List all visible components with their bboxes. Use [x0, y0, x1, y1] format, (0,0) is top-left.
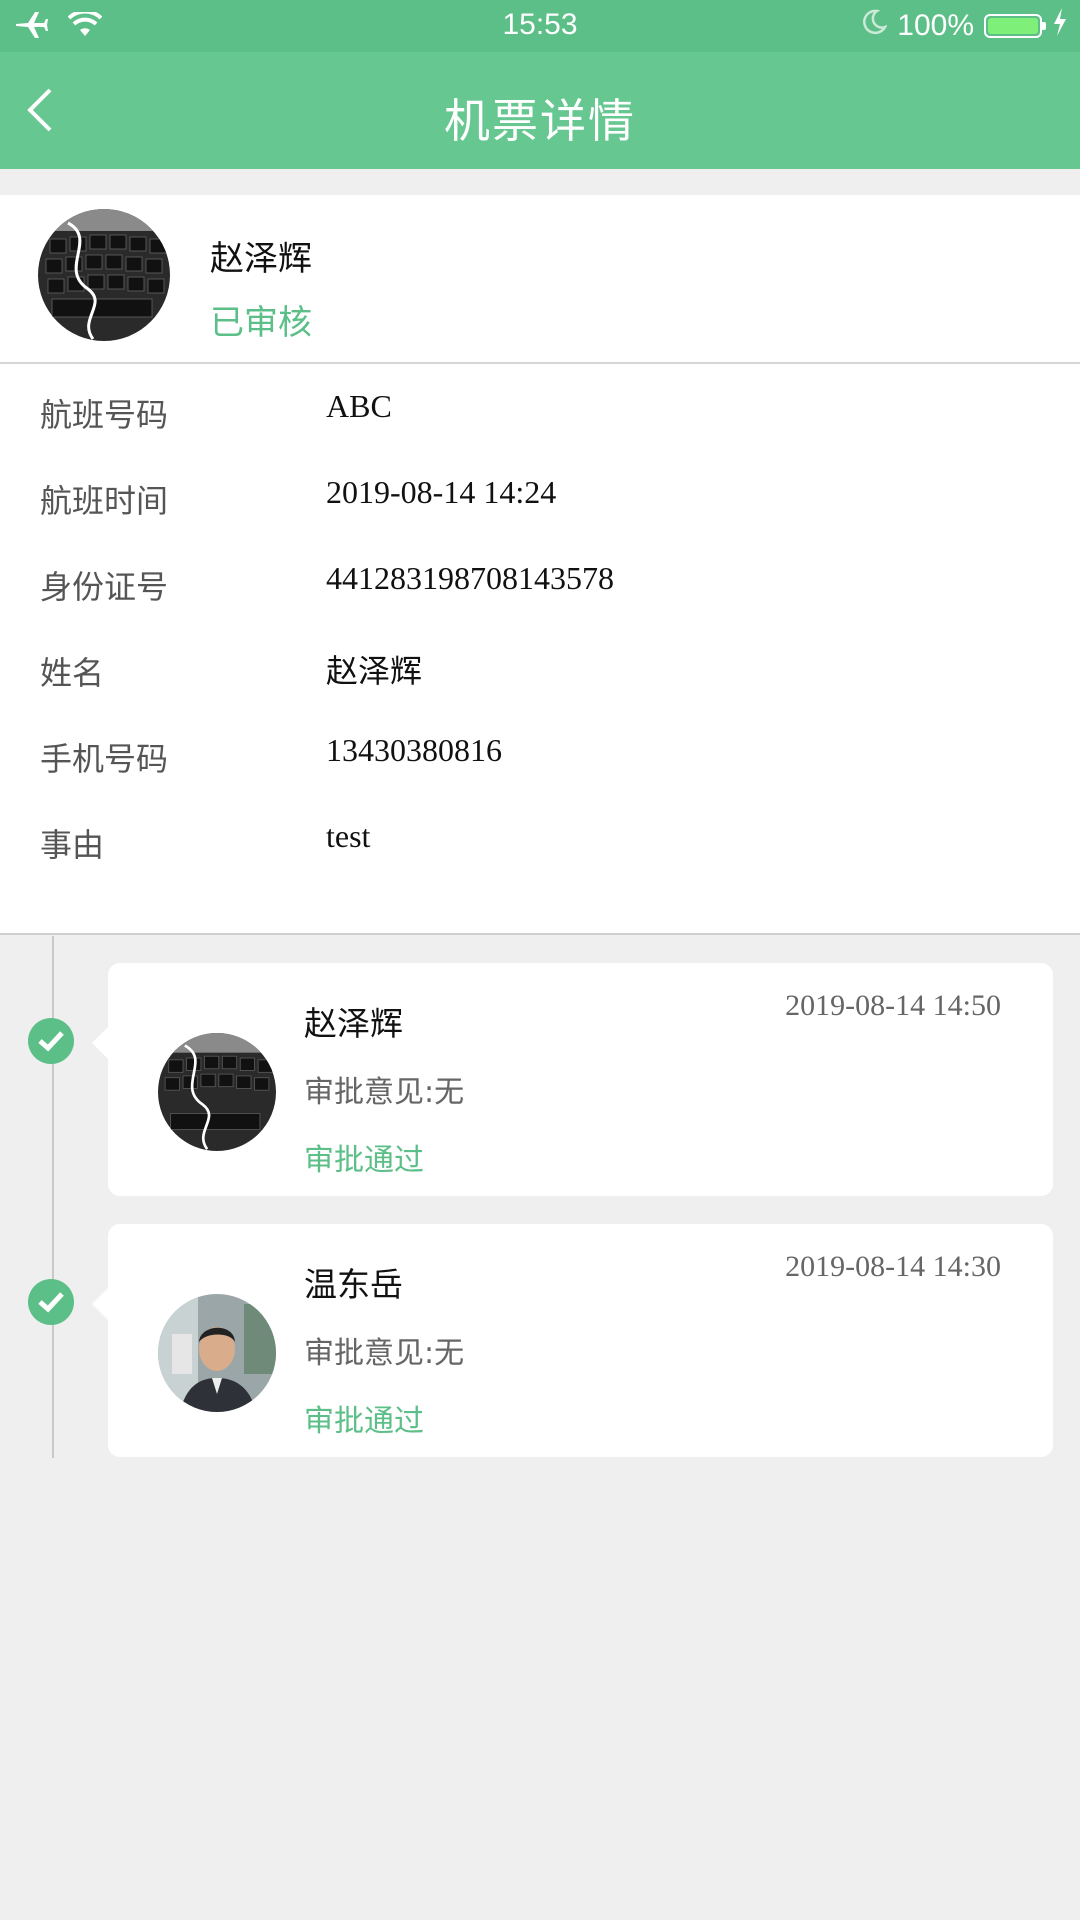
approval-card: 温东岳 2019-08-14 14:30 审批意见:无 审批通过	[92, 1224, 1053, 1457]
detail-label: 航班时间	[40, 482, 169, 520]
ticket-details: 航班号码 ABC 航班时间 2019-08-14 14:24 身份证号 4412…	[0, 364, 1080, 935]
detail-label: 航班号码	[40, 396, 169, 434]
battery-percent: 100%	[897, 9, 974, 42]
detail-value: ABC	[326, 388, 392, 424]
approver-name: 温东岳	[304, 1265, 403, 1304]
approval-card: 赵泽辉 2019-08-14 14:50 审批意见:无 审批通过	[92, 963, 1053, 1196]
approved-check-icon	[28, 1018, 74, 1064]
approval-result: 审批通过	[304, 1404, 424, 1439]
approver-avatar	[158, 1294, 276, 1412]
detail-row-id-number: 身份证号 441283198708143578	[0, 536, 1080, 622]
detail-label: 姓名	[40, 654, 105, 692]
applicant-header: 赵泽辉 已审核	[0, 195, 1080, 364]
timeline-line	[52, 936, 54, 1458]
detail-row-flight-time: 航班时间 2019-08-14 14:24	[0, 450, 1080, 536]
detail-row-phone: 手机号码 13430380816	[0, 708, 1080, 794]
applicant-avatar	[38, 209, 170, 341]
detail-row-flight-number: 航班号码 ABC	[0, 364, 1080, 450]
detail-row-reason: 事由 test	[0, 794, 1080, 880]
moon-icon	[861, 9, 888, 43]
detail-value: 赵泽辉	[326, 652, 423, 690]
approval-time: 2019-08-14 14:50	[785, 989, 1001, 1022]
approval-result: 审批通过	[304, 1143, 424, 1178]
detail-value: 2019-08-14 14:24	[326, 474, 557, 510]
page-title: 机票详情	[444, 94, 636, 148]
approved-check-icon	[28, 1279, 74, 1325]
approver-name: 赵泽辉	[304, 1004, 403, 1043]
charging-icon	[1052, 8, 1068, 44]
review-status: 已审核	[210, 303, 312, 343]
detail-label: 身份证号	[40, 568, 169, 606]
detail-row-name: 姓名 赵泽辉	[0, 622, 1080, 708]
approver-avatar	[158, 1033, 276, 1151]
detail-value: 13430380816	[326, 732, 502, 768]
approval-opinion: 审批意见:无	[304, 1075, 465, 1110]
approval-opinion: 审批意见:无	[304, 1336, 465, 1371]
detail-value: test	[326, 818, 371, 854]
nav-bar: 机票详情	[0, 52, 1080, 169]
detail-label: 手机号码	[40, 740, 169, 778]
approval-time: 2019-08-14 14:30	[785, 1250, 1001, 1283]
battery-icon	[984, 14, 1046, 38]
detail-value: 441283198708143578	[326, 560, 614, 596]
detail-label: 事由	[40, 826, 105, 864]
applicant-name: 赵泽辉	[210, 239, 312, 279]
status-bar: 15:53 100%	[0, 0, 1080, 52]
